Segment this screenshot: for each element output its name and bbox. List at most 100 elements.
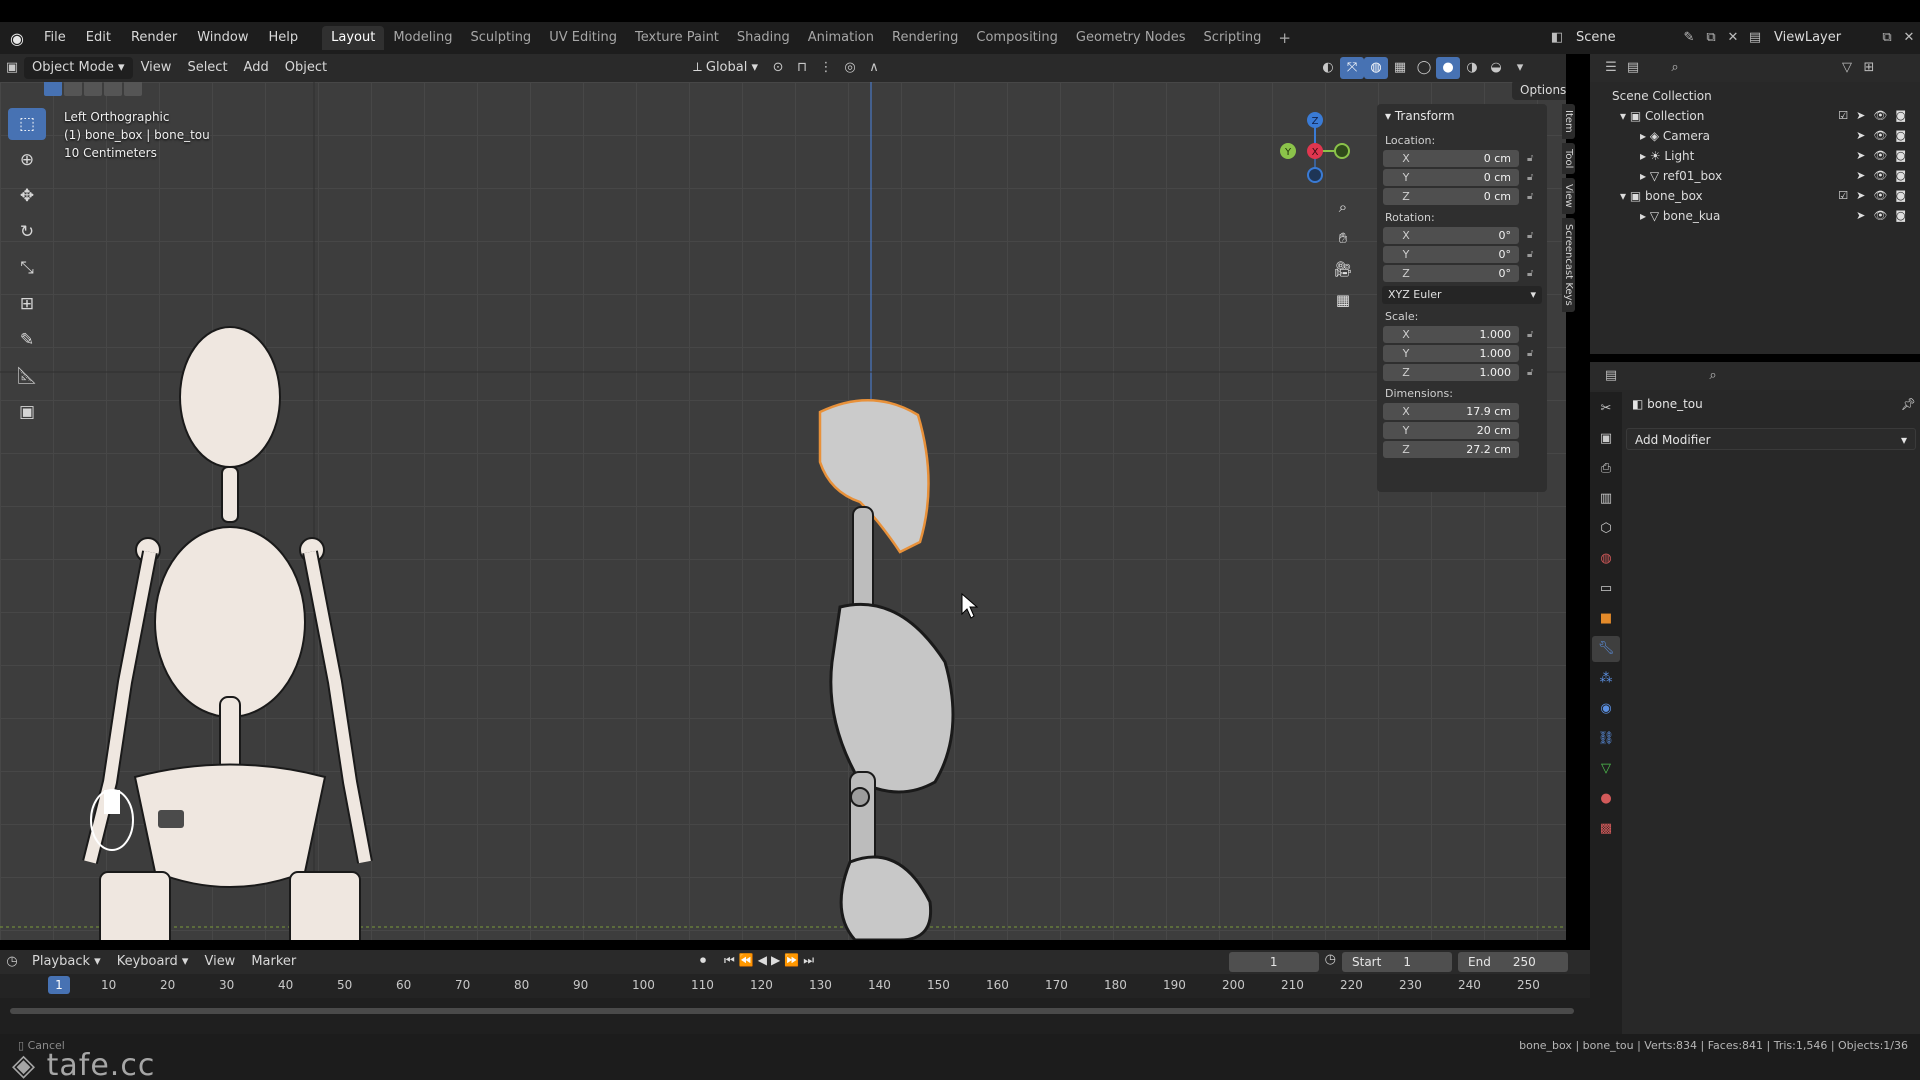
physics-icon[interactable]: ◉	[1592, 696, 1620, 722]
move-icon[interactable]: ✥	[8, 180, 46, 212]
eye-icon[interactable]: 👁︎	[1873, 146, 1887, 166]
select-arrow-icon[interactable]: ➤	[1856, 126, 1865, 146]
play-reverse-icon[interactable]: ◀	[758, 953, 767, 968]
xray-icon[interactable]: ▦	[1388, 57, 1412, 79]
menu-file[interactable]: File	[34, 22, 76, 54]
cursor-icon[interactable]: ⊕	[8, 144, 46, 176]
visibility-icon[interactable]: ◐	[1316, 57, 1340, 79]
rotation-y-field[interactable]: Y 0°	[1383, 246, 1519, 263]
texture-icon[interactable]: ▩	[1592, 816, 1620, 842]
measure-icon[interactable]: 📐︎	[8, 360, 46, 392]
jump-end-icon[interactable]: ⏭	[803, 953, 814, 968]
new-view-layer-icon[interactable]: ⧉	[1876, 27, 1898, 49]
lock-icon[interactable]: 🔓︎	[1527, 249, 1541, 260]
transform-icon[interactable]: ⊞	[8, 288, 46, 320]
gizmo-toggle-icon[interactable]: ⤧	[1340, 57, 1365, 79]
lock-icon[interactable]: 🔓︎	[1527, 367, 1541, 378]
eye-icon[interactable]: 👁︎	[1873, 166, 1887, 186]
outliner-editor-type-icon[interactable]: ☰	[1600, 57, 1622, 79]
orientation-selector[interactable]: ⟂ Global ▾	[685, 57, 766, 79]
play-icon[interactable]: ▶	[771, 953, 780, 968]
material-shading-icon[interactable]: ◑	[1460, 57, 1484, 79]
location-y-field[interactable]: Y 0 cm	[1383, 169, 1519, 186]
select-arrow-icon[interactable]: ➤	[1856, 106, 1865, 126]
outliner-row-bone-box[interactable]: ▾ ▣ bone_box ☑ ➤ 👁︎ ◙	[1590, 186, 1920, 206]
select-arrow-icon[interactable]: ➤	[1856, 146, 1865, 166]
scene-name-field[interactable]: Scene	[1568, 26, 1678, 50]
scene-icon[interactable]: ◧	[1546, 27, 1568, 49]
tab-scripting[interactable]: Scripting	[1195, 26, 1271, 50]
particles-icon[interactable]: ⁂	[1592, 666, 1620, 692]
editor-type-icon[interactable]: ▣	[0, 57, 24, 79]
rotate-icon[interactable]: ↻	[8, 216, 46, 248]
lock-icon[interactable]: 🔓︎	[1527, 172, 1541, 183]
tab-texture-paint[interactable]: Texture Paint	[626, 26, 728, 50]
eye-icon[interactable]: 👁︎	[1873, 186, 1887, 206]
tab-item[interactable]: Item	[1562, 104, 1575, 139]
next-keyframe-icon[interactable]: ⏩	[784, 953, 799, 968]
location-x-field[interactable]: X 0 cm	[1383, 150, 1519, 167]
scene-props-icon[interactable]: ⬡	[1592, 516, 1620, 542]
material-icon[interactable]: ●	[1592, 786, 1620, 812]
lock-icon[interactable]: 🔓︎	[1527, 191, 1541, 202]
snap-icon[interactable]: ⊓	[790, 57, 814, 79]
rotation-x-field[interactable]: X 0°	[1383, 227, 1519, 244]
select-new-icon[interactable]	[44, 82, 62, 96]
eye-icon[interactable]: 👁︎	[1873, 106, 1887, 126]
menu-timeline-view[interactable]: View	[196, 951, 243, 973]
disclosure-icon[interactable]: ▾ ▣	[1620, 109, 1645, 123]
camera-icon[interactable]: ◙	[1895, 186, 1906, 206]
menu-add[interactable]: Add	[236, 57, 277, 79]
tab-rendering[interactable]: Rendering	[883, 26, 967, 50]
eye-icon[interactable]: 👁︎	[1873, 126, 1887, 146]
add-cube-icon[interactable]: ▣	[8, 396, 46, 428]
select-intersect-icon[interactable]	[124, 82, 142, 96]
menu-window[interactable]: Window	[187, 22, 258, 54]
filter-icon[interactable]: ▽	[1836, 57, 1858, 79]
tab-compositing[interactable]: Compositing	[967, 26, 1067, 50]
delete-view-layer-icon[interactable]: ✕	[1898, 27, 1920, 49]
outliner-row-scene-collection[interactable]: Scene Collection	[1590, 86, 1920, 106]
tab-tool[interactable]: Tool	[1562, 142, 1575, 175]
wireframe-shading-icon[interactable]: ◯	[1412, 57, 1436, 79]
display-mode-icon[interactable]: ▤	[1622, 57, 1644, 79]
overlay-toggle-icon[interactable]: ◍	[1364, 57, 1389, 79]
dimension-y-field[interactable]: Y 20 cm	[1383, 422, 1519, 439]
lock-icon[interactable]: 🔓︎	[1527, 268, 1541, 279]
timeline-editor-type-icon[interactable]: ◷	[0, 951, 24, 973]
object-props-icon[interactable]: ■	[1592, 606, 1620, 632]
falloff-icon[interactable]: ∧	[862, 57, 886, 79]
current-frame-field[interactable]: 1	[1228, 952, 1319, 972]
select-arrow-icon[interactable]: ➤	[1856, 186, 1865, 206]
world-icon[interactable]: ◍	[1592, 546, 1620, 572]
scale-z-field[interactable]: Z 1.000	[1383, 364, 1519, 381]
select-extend-icon[interactable]	[64, 82, 82, 96]
timeline-track-area[interactable]	[0, 998, 1590, 1034]
tab-geometry-nodes[interactable]: Geometry Nodes	[1067, 26, 1195, 50]
modifier-wrench-icon[interactable]: 🔧︎	[1592, 636, 1620, 662]
annotate-icon[interactable]: ✎	[8, 324, 46, 356]
select-arrow-icon[interactable]: ➤	[1856, 206, 1865, 226]
outliner-search-icon[interactable]: ⌕	[1664, 57, 1686, 79]
tab-modeling[interactable]: Modeling	[384, 26, 461, 50]
menu-marker[interactable]: Marker	[243, 951, 304, 973]
camera-icon[interactable]: ◙	[1895, 146, 1906, 166]
end-frame-field[interactable]: End 250	[1458, 952, 1568, 972]
camera-view-icon[interactable]: 🎥︎	[1330, 256, 1356, 282]
solid-shading-icon[interactable]: ●	[1436, 57, 1461, 79]
new-collection-icon[interactable]: ⊞	[1858, 57, 1880, 79]
transform-section-header[interactable]: ▾ Transform	[1377, 104, 1547, 128]
disclosure-icon[interactable]: ▾ ▣	[1620, 189, 1645, 203]
camera-icon[interactable]: ◙	[1895, 106, 1906, 126]
scale-x-field[interactable]: X 1.000	[1383, 326, 1519, 343]
clock-icon[interactable]: ◷	[1325, 952, 1336, 972]
camera-icon[interactable]: ◙	[1895, 206, 1906, 226]
lock-icon[interactable]: 🔓︎	[1527, 348, 1541, 359]
pan-hand-icon[interactable]: ✋︎	[1330, 225, 1356, 251]
blender-logo-icon[interactable]: ◉	[0, 29, 34, 48]
shading-options-icon[interactable]: ▾	[1508, 57, 1532, 79]
outliner-row-collection[interactable]: ▾ ▣ Collection ☑ ➤ 👁︎ ◙	[1590, 106, 1920, 126]
menu-object[interactable]: Object	[277, 57, 335, 79]
outliner-row-bone-kua[interactable]: ▸ ▽ bone_kua ➤ 👁︎ ◙	[1590, 206, 1920, 226]
mode-selector[interactable]: Object Mode ▾	[24, 57, 133, 79]
